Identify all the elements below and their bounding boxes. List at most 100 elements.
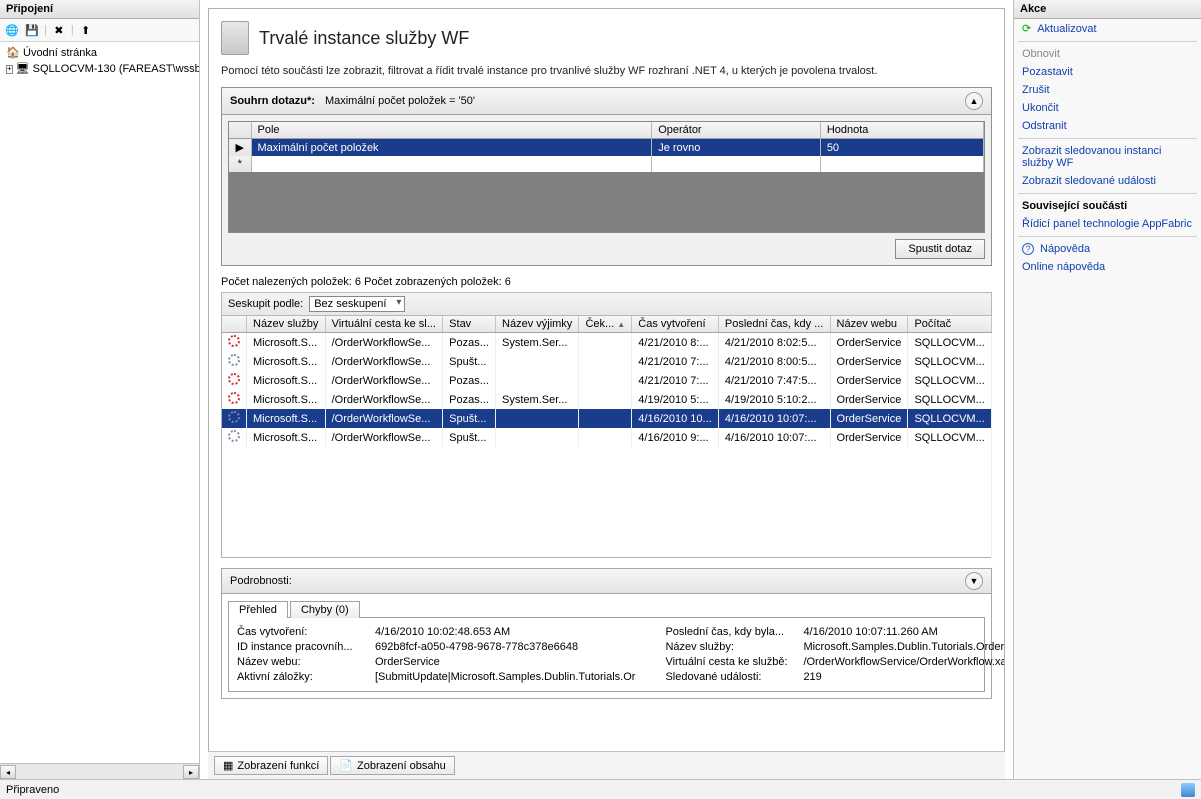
page-title: Trvalé instance služby WF (259, 28, 469, 49)
delete-icon[interactable]: ✖ (51, 22, 67, 38)
col-operator[interactable]: Operátor (652, 122, 821, 139)
cell-last: 4/21/2010 7:47:5... (718, 371, 830, 390)
action-view-tracked-events[interactable]: Zobrazit sledované události (1014, 172, 1201, 190)
col-created[interactable]: Čas vytvoření (632, 316, 719, 333)
cell-val[interactable]: 50 (820, 139, 983, 157)
action-help[interactable]: ?Nápověda (1014, 240, 1201, 258)
cell-wait (579, 352, 632, 371)
cell-op[interactable]: Je rovno (652, 139, 821, 157)
save-icon[interactable]: 💾 (24, 22, 40, 38)
col-state[interactable]: Stav (443, 316, 496, 333)
query-row[interactable]: ▶ Maximální počet položek Je rovno 50 (229, 139, 984, 157)
table-row[interactable]: Microsoft.S.../OrderWorkflowSe...Pozas..… (222, 333, 992, 353)
sort-asc-icon: ▲ (617, 320, 625, 329)
server-icon: 🖥 (16, 62, 30, 76)
cell-host: SQLLOCVM... (908, 371, 992, 390)
col-value[interactable]: Hodnota (820, 122, 983, 139)
tab-errors[interactable]: Chyby (0) (290, 601, 360, 618)
query-grid[interactable]: Pole Operátor Hodnota ▶ Maximální počet … (228, 121, 985, 233)
help-icon: ? (1022, 243, 1034, 255)
left-toolbar: 🌐 💾 | ✖ | ⬆ (0, 19, 199, 42)
cell-last: 4/21/2010 8:00:5... (718, 352, 830, 371)
cell-last: 4/19/2010 5:10:2... (718, 390, 830, 409)
action-resume: Obnovit (1014, 45, 1201, 63)
collapse-icon[interactable]: ▲ (965, 92, 983, 110)
tree-start-page[interactable]: 🏠 Úvodní stránka (4, 45, 195, 61)
cell-exc (496, 409, 579, 428)
col-site[interactable]: Název webu (830, 316, 908, 333)
cell-site: OrderService (830, 352, 908, 371)
table-row[interactable]: Microsoft.S.../OrderWorkflowSe...Spušt..… (222, 352, 992, 371)
tab-overview[interactable]: Přehled (228, 601, 288, 618)
action-suspend[interactable]: Pozastavit (1014, 63, 1201, 81)
col-waiting[interactable]: Ček... ▲ (579, 316, 632, 333)
lbl-instance-id: ID instance pracovníh... (237, 641, 367, 653)
result-count: Počet nalezených položek: 6 Počet zobraz… (221, 276, 992, 288)
up-icon[interactable]: ⬆ (78, 22, 94, 38)
cell-wait (579, 409, 632, 428)
lbl-virtual-path: Virtuální cesta ke službě: (665, 656, 795, 668)
action-appfabric-dashboard[interactable]: Řídicí panel technologie AppFabric (1014, 215, 1201, 233)
val-service-name: Microsoft.Samples.Dublin.Tutorials.Order… (803, 641, 1005, 653)
action-delete[interactable]: Odstranit (1014, 117, 1201, 135)
lbl-service-name: Název služby: (665, 641, 795, 653)
action-online-help[interactable]: Online nápověda (1014, 258, 1201, 276)
action-view-tracked-instance[interactable]: Zobrazit sledovanou instanci služby WF (1014, 142, 1201, 172)
scroll-left-icon[interactable]: ◂ (0, 765, 16, 779)
cell-path: /OrderWorkflowSe... (325, 428, 443, 447)
tab-content-view[interactable]: 📄Zobrazení obsahu (330, 756, 454, 775)
connections-tree[interactable]: 🏠 Úvodní stránka + 🖥 SQLLOCVM-130 (FAREA… (0, 42, 199, 763)
refresh-icon: ⟳ (1022, 22, 1031, 35)
cell-host: SQLLOCVM... (908, 352, 992, 371)
col-service-name[interactable]: Název služby (247, 316, 326, 333)
cell-exc (496, 352, 579, 371)
action-cancel[interactable]: Zrušit (1014, 81, 1201, 99)
feature-icon (221, 21, 249, 55)
query-new-row[interactable]: * (229, 156, 984, 172)
cell-created: 4/16/2010 10... (632, 409, 719, 428)
cell-field[interactable]: Maximální počet položek (251, 139, 652, 157)
cell-exc (496, 428, 579, 447)
connections-header: Připojení (0, 0, 199, 19)
cell-site: OrderService (830, 390, 908, 409)
cell-name: Microsoft.S... (247, 352, 326, 371)
col-last-update[interactable]: Poslední čas, kdy ... (718, 316, 830, 333)
table-row[interactable]: Microsoft.S.../OrderWorkflowSe...Spušt..… (222, 428, 992, 447)
cell-state: Spušt... (443, 428, 496, 447)
table-row[interactable]: Microsoft.S.../OrderWorkflowSe...Pozas..… (222, 390, 992, 409)
col-field[interactable]: Pole (251, 122, 652, 139)
cell-host: SQLLOCVM... (908, 428, 992, 447)
group-by-select[interactable]: Bez seskupení (309, 296, 405, 312)
run-query-button[interactable]: Spustit dotaz (895, 239, 985, 259)
cell-exc: System.Ser... (496, 333, 579, 353)
action-terminate[interactable]: Ukončit (1014, 99, 1201, 117)
expander-icon[interactable]: + (6, 65, 13, 74)
table-row[interactable]: Microsoft.S.../OrderWorkflowSe...Pozas..… (222, 371, 992, 390)
table-row[interactable]: Microsoft.S.../OrderWorkflowSe...Spušt..… (222, 409, 992, 428)
left-scrollbar[interactable]: ◂ ▸ (0, 763, 199, 779)
action-refresh[interactable]: ⟳Aktualizovat (1014, 19, 1201, 38)
instances-table[interactable]: Název služby Virtuální cesta ke sl... St… (221, 316, 992, 558)
col-exception[interactable]: Název výjimky (496, 316, 579, 333)
cell-state: Pozas... (443, 333, 496, 353)
cell-state: Spušt... (443, 409, 496, 428)
connect-icon[interactable]: 🌐 (4, 22, 20, 38)
scroll-right-icon[interactable]: ▸ (183, 765, 199, 779)
cell-path: /OrderWorkflowSe... (325, 371, 443, 390)
cell-created: 4/21/2010 8:... (632, 333, 719, 353)
details-label: Podrobnosti: (230, 575, 292, 587)
tab-features-view[interactable]: ▦Zobrazení funkcí (214, 756, 328, 775)
col-virtual-path[interactable]: Virtuální cesta ke sl... (325, 316, 443, 333)
cell-host: SQLLOCVM... (908, 333, 992, 353)
content-icon: 📄 (339, 759, 353, 772)
cell-path: /OrderWorkflowSe... (325, 390, 443, 409)
cell-state: Pozas... (443, 371, 496, 390)
tree-server[interactable]: + 🖥 SQLLOCVM-130 (FAREAST\wssb (4, 61, 195, 77)
instance-icon (222, 428, 247, 447)
cell-host: SQLLOCVM... (908, 390, 992, 409)
val-last-update: 4/16/2010 10:07:11.260 AM (803, 626, 1005, 638)
col-computer[interactable]: Počítač (908, 316, 992, 333)
details-collapse-icon[interactable]: ▼ (965, 572, 983, 590)
lbl-tracked-events: Sledované události: (665, 671, 795, 683)
val-virtual-path: /OrderWorkflowService/OrderWorkflow.xaml… (803, 656, 1005, 668)
